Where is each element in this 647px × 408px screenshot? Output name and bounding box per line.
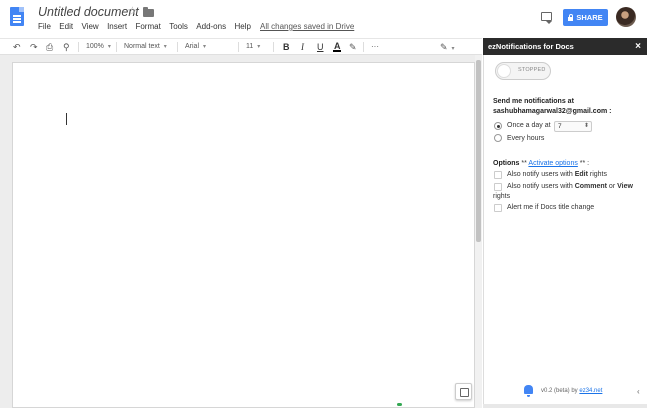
toggle-state: STOPPED xyxy=(518,67,546,73)
options-row: Options ** Activate options ** : xyxy=(493,160,589,167)
italic-button[interactable]: I xyxy=(301,41,304,53)
time-select[interactable]: 7 xyxy=(554,121,592,132)
toggle-knob xyxy=(497,64,511,78)
comment-rights-mid: or xyxy=(606,183,618,190)
star-icon[interactable]: ☆ xyxy=(127,4,138,18)
radio-every-hours[interactable] xyxy=(494,134,502,142)
document-page[interactable] xyxy=(12,62,475,408)
checkbox-edit-rights[interactable] xyxy=(494,171,502,179)
bell-icon xyxy=(524,385,533,397)
header: Untitled document ☆ File Edit View Inser… xyxy=(0,0,647,38)
status-toggle[interactable]: STOPPED xyxy=(495,62,551,80)
activate-suffix: ** : xyxy=(577,160,590,167)
style-select[interactable]: Normal text xyxy=(124,41,167,53)
save-status[interactable]: All changes saved in Drive xyxy=(260,22,354,31)
notify-heading: Send me notifications at xyxy=(493,98,574,105)
close-icon[interactable]: × xyxy=(635,38,641,55)
status-indicator xyxy=(397,403,402,406)
activate-options-link[interactable]: Activate options xyxy=(528,160,577,167)
text-cursor xyxy=(66,113,67,125)
menu-addons[interactable]: Add-ons xyxy=(196,22,226,31)
version-text: v0.2 (beta) by xyxy=(541,388,580,394)
menu-view[interactable]: View xyxy=(81,22,98,31)
panel-footer: v0.2 (beta) by ez34.net xyxy=(541,388,602,394)
comments-icon[interactable] xyxy=(541,12,552,24)
bold-button[interactable]: B xyxy=(283,41,290,53)
checkbox-comment-view-rights[interactable] xyxy=(494,183,502,191)
edit-rights-label: Also notify users with Edit rights xyxy=(507,171,607,178)
once-a-day-label: Once a day at xyxy=(507,122,551,129)
comment-rights-text: Also notify users with xyxy=(507,183,575,190)
comment-rights-label: Also notify users with Comment or View xyxy=(507,183,633,190)
text-color-button[interactable]: A xyxy=(333,41,341,52)
zoom-select[interactable]: 100% xyxy=(86,41,111,53)
toolbar: ↶ ↷ ⎙ ⚲ 100% Normal text Arial 11 B I U … xyxy=(0,38,482,55)
redo-icon[interactable]: ↷ xyxy=(30,41,38,53)
view-rights-bold: View xyxy=(617,183,633,190)
explore-icon[interactable] xyxy=(455,383,472,400)
font-select[interactable]: Arial xyxy=(185,41,237,53)
vendor-link[interactable]: ez34.net xyxy=(579,388,602,394)
font-size-select[interactable]: 11 xyxy=(246,41,260,53)
menu-bar: File Edit View Insert Format Tools Add-o… xyxy=(38,22,259,31)
edit-rights-text: Also notify users with xyxy=(507,171,575,178)
highlight-icon[interactable]: ✎ xyxy=(349,41,357,53)
underline-button[interactable]: U xyxy=(317,41,324,53)
docs-logo-icon[interactable] xyxy=(10,7,24,26)
every-hours-label: Every hours xyxy=(507,135,545,142)
radio-once-a-day[interactable] xyxy=(494,122,502,130)
pencil-icon[interactable]: ✎ xyxy=(440,41,455,53)
menu-edit[interactable]: Edit xyxy=(59,22,73,31)
panel-header: ezNotifications for Docs × xyxy=(483,38,647,55)
avatar[interactable] xyxy=(616,7,636,27)
lock-icon xyxy=(568,13,574,21)
menu-file[interactable]: File xyxy=(38,22,51,31)
comment-rights-bold: Comment xyxy=(574,183,607,190)
document-title[interactable]: Untitled document xyxy=(38,5,139,19)
more-button[interactable]: ··· xyxy=(371,41,379,53)
share-label: SHARE xyxy=(576,13,603,22)
edit-rights-bold: Edit xyxy=(574,171,588,178)
menu-help[interactable]: Help xyxy=(234,22,250,31)
panel-bottom-edge xyxy=(483,404,647,408)
share-button[interactable]: SHARE xyxy=(563,9,608,26)
menu-tools[interactable]: Tools xyxy=(169,22,188,31)
comment-rights-suffix: rights xyxy=(493,193,511,200)
title-change-label: Alert me if Docs title change xyxy=(507,204,595,211)
notify-email: sashubhamagarwal32@gmail.com : xyxy=(493,108,612,115)
edit-rights-suffix: rights xyxy=(587,171,607,178)
paint-format-icon[interactable]: ⚲ xyxy=(63,41,70,53)
checkbox-title-change[interactable] xyxy=(494,204,502,212)
menu-format[interactable]: Format xyxy=(135,22,160,31)
undo-icon[interactable]: ↶ xyxy=(13,41,21,53)
panel-title: ezNotifications for Docs xyxy=(488,42,574,51)
scrollbar-thumb[interactable] xyxy=(476,60,481,242)
menu-insert[interactable]: Insert xyxy=(107,22,127,31)
print-icon[interactable]: ⎙ xyxy=(46,41,53,53)
time-value: 7 xyxy=(558,123,562,130)
chevron-left-icon[interactable]: ‹ xyxy=(637,387,640,396)
folder-icon[interactable] xyxy=(143,7,154,17)
options-label: Options xyxy=(493,160,520,167)
